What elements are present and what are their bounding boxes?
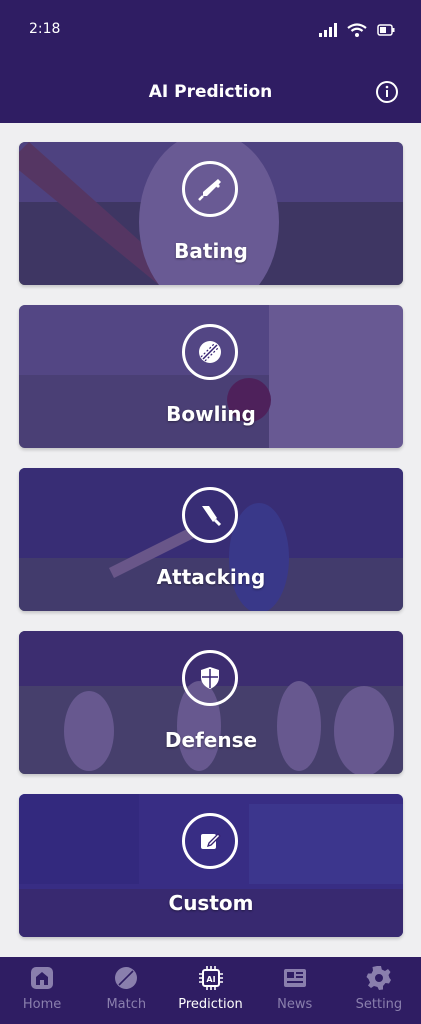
nav-item-news[interactable]: News	[253, 957, 337, 1024]
nav-item-match[interactable]: Match	[84, 957, 168, 1024]
card-label: Bowling	[166, 402, 256, 426]
nav-item-setting[interactable]: Setting	[337, 957, 421, 1024]
signal-icon	[319, 23, 337, 37]
nav-label: Setting	[355, 997, 403, 1012]
bat-icon	[182, 487, 238, 543]
home-icon	[31, 967, 54, 989]
svg-text:AI: AI	[206, 975, 215, 984]
cricket-ball-icon	[115, 967, 138, 989]
card-label: Attacking	[156, 565, 266, 589]
info-icon[interactable]	[375, 80, 399, 104]
nav-item-home[interactable]: Home	[0, 957, 84, 1024]
nav-label: Match	[106, 997, 147, 1012]
card-attacking[interactable]: Attacking	[19, 468, 403, 611]
card-defense[interactable]: Defense	[19, 631, 403, 774]
status-bar: 2:18	[0, 0, 421, 60]
cricket-ball-icon	[182, 324, 238, 380]
edit-icon	[182, 813, 238, 869]
card-bowling[interactable]: Bowling	[19, 305, 403, 448]
status-icons	[319, 20, 395, 40]
newspaper-icon	[283, 969, 306, 987]
card-label: Custom	[168, 891, 254, 915]
wifi-icon	[347, 23, 367, 37]
gear-icon	[366, 966, 391, 990]
prediction-cards: Bating Bowling Attacking Defense Custom	[19, 142, 403, 957]
page-title: AI Prediction	[148, 82, 273, 102]
card-batting[interactable]: Bating	[19, 142, 403, 285]
battery-icon	[377, 24, 395, 36]
card-custom[interactable]: Custom	[19, 794, 403, 937]
nav-label: Home	[22, 997, 62, 1012]
nav-item-prediction[interactable]: AI Prediction	[168, 957, 252, 1024]
bottom-navigation: Home Match AI Prediction News Setting	[0, 957, 421, 1024]
status-time: 2:18	[29, 21, 61, 37]
nav-label: Prediction	[178, 997, 243, 1012]
nav-label: News	[277, 997, 313, 1012]
app-header: 2:18 AI Prediction	[0, 0, 421, 123]
ai-chip-icon: AI	[198, 966, 223, 990]
card-label: Bating	[174, 239, 248, 263]
card-label: Defense	[164, 728, 258, 752]
bat-icon	[182, 161, 238, 217]
shield-icon	[182, 650, 238, 706]
